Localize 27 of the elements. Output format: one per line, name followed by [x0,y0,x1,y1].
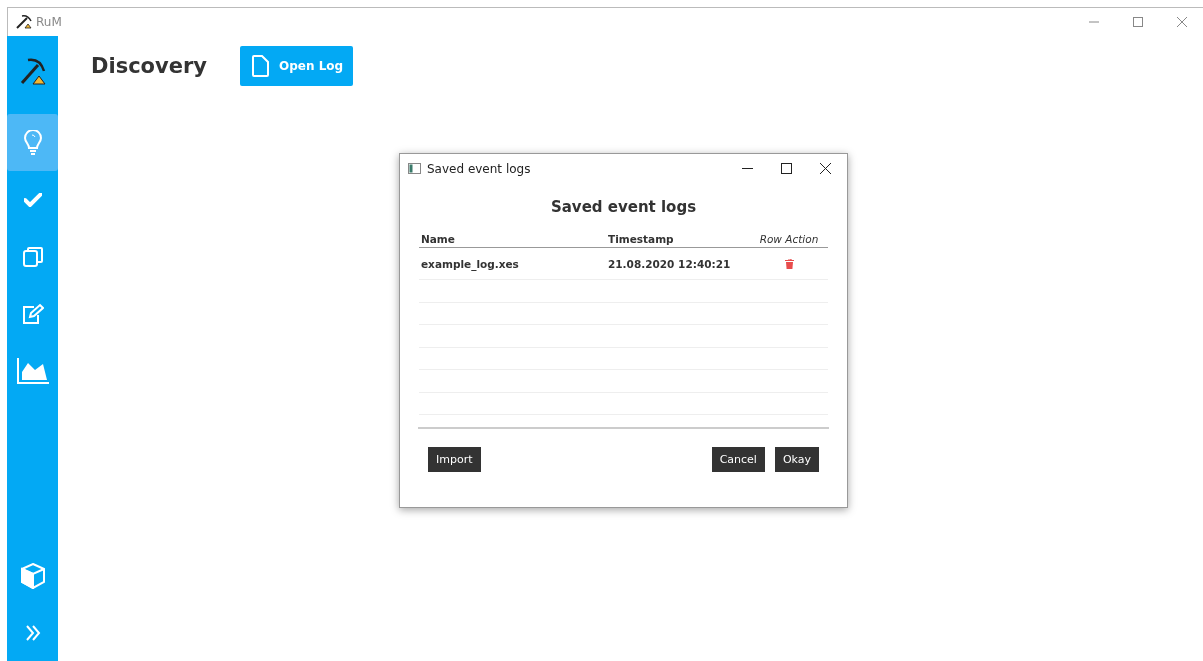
table-cell-text: example_log.xes [420,257,520,270]
maximize-icon[interactable] [781,163,792,174]
area-chart-icon [16,357,49,384]
sidebar-item[interactable] [7,114,58,171]
dialog-title: Saved event logs [427,161,531,176]
dialog-button[interactable]: Okay [774,447,819,472]
dialog-heading: Saved event logs [549,198,698,216]
window-title: RuM [36,15,62,29]
copy-icon [22,246,43,267]
double-chevron-icon [24,624,41,641]
column-header: Row Action [758,232,820,245]
column-header: Name [420,232,456,245]
window-icon [408,163,421,174]
dialog-button[interactable]: Import [428,447,481,472]
cube-icon [20,562,45,589]
column-header: Timestamp [608,232,675,245]
close-icon[interactable] [820,163,831,174]
file-icon [252,54,269,77]
dialog-button[interactable]: Cancel [711,447,765,472]
edit-icon [21,302,44,325]
lightbulb-icon [22,129,43,156]
checkmark-icon [23,192,42,207]
pickaxe-icon [16,15,32,29]
pickaxe-icon [19,57,46,85]
table-cell-text: 21.08.2020 12:40:21 [608,257,732,270]
trash-icon[interactable] [784,258,794,269]
page-heading: Discovery [91,53,207,78]
